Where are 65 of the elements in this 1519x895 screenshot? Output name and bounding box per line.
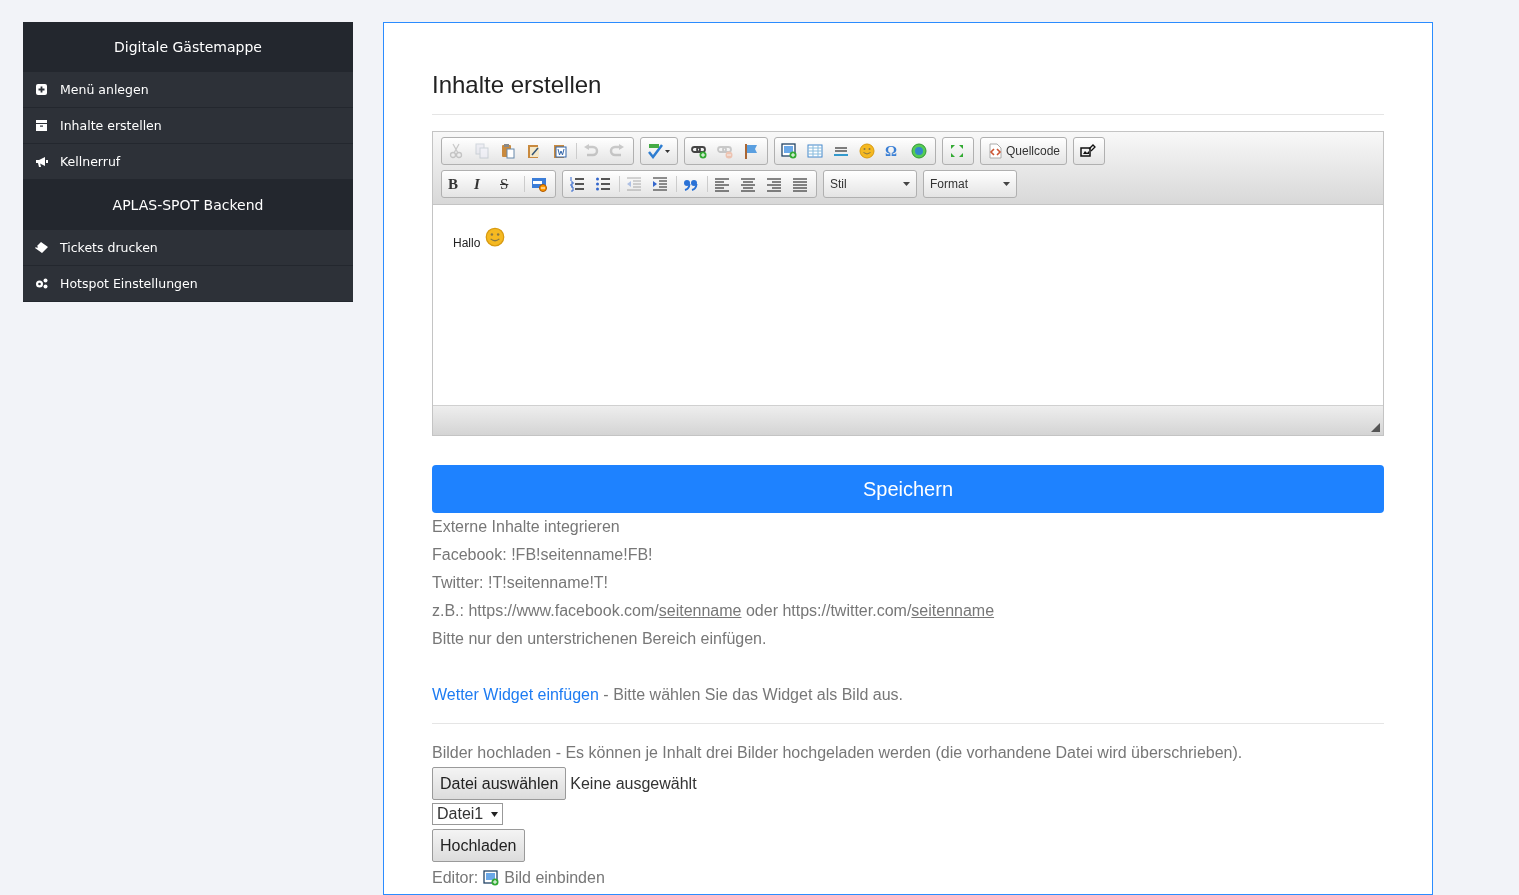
paste-word-icon [552, 143, 568, 159]
source-icon [987, 143, 1003, 159]
style-dropdown[interactable]: Format [922, 172, 1018, 196]
caret-icon [1003, 182, 1010, 186]
archive-box-icon [35, 120, 48, 131]
unlink-icon [717, 143, 733, 159]
widget-hint: Wetter Widget einfügen - Bitte wählen Sie das Widget als Bild aus. [432, 685, 904, 705]
instruction-text: Twitter: !T!seitenname!T! [432, 573, 609, 593]
sidebar-item[interactable]: Tickets drucken [60, 240, 158, 255]
table-icon [807, 143, 823, 159]
toolbar-button[interactable]: I [470, 173, 496, 195]
indent-icon [652, 176, 668, 192]
editor-text: Hallo [453, 236, 481, 250]
bulleted-list-icon [595, 176, 611, 192]
spellcheck-icon [647, 143, 671, 159]
toolbar-button[interactable]: B [444, 173, 470, 195]
link-icon [691, 143, 707, 159]
redo-icon [609, 143, 625, 159]
instruction-text: Bitte nur den unterstrichenen Bereich einfügen. [432, 629, 767, 649]
plus-square-icon [35, 84, 48, 95]
sidebar-item[interactable]: Kellnerruf [60, 154, 121, 169]
toolbar-button[interactable]: Ω [881, 140, 907, 162]
image-icon [781, 143, 797, 159]
instruction-text: z.B.: https://www.facebook.com/seitenname oder https://twitter.com/seitenname [432, 601, 995, 621]
outdent-icon [626, 176, 642, 192]
paste-text-icon [526, 143, 542, 159]
megaphone-icon [35, 156, 48, 167]
upload-button[interactable]: Hochladen [432, 829, 525, 862]
insert-image-link[interactable]: Bild einbinden [504, 864, 605, 892]
caret-icon [903, 182, 910, 186]
file-status: Keine ausgewählt [570, 774, 697, 793]
flag-icon [743, 143, 759, 159]
instruction-text: Facebook: !FB!seitenname!FB! [432, 545, 653, 565]
upload-hint: Bilder hochladen - Es können je Inhalt drei Bilder hochgeladen werden (die vorhandene Datei wird überschrieben). [432, 743, 1243, 763]
image-icon [483, 870, 500, 886]
justify-icon [792, 176, 808, 192]
resize-handle-icon[interactable] [1371, 423, 1380, 432]
editor-label: Editor: [432, 868, 479, 888]
weather-widget-link[interactable]: Wetter Widget einfügen [432, 686, 599, 703]
sidebar-item[interactable]: Menü anlegen [60, 82, 149, 97]
smiley-icon [485, 227, 506, 247]
remove-format-icon [531, 176, 547, 192]
source-button[interactable]: Quellcode [983, 140, 1065, 162]
sidebar-item[interactable]: Inhalte erstellen [60, 118, 162, 133]
save-button[interactable]: Speichern [432, 465, 1384, 513]
align-right-icon [766, 176, 782, 192]
file-select[interactable]: Datei1 [432, 803, 504, 825]
section-heading: Externe Inhalte integrieren [432, 517, 620, 537]
maximize-icon [949, 143, 965, 159]
sidebar-section-title: Digitale Gästemappe [23, 22, 353, 72]
undo-icon [583, 143, 599, 159]
align-left-icon [714, 176, 730, 192]
toolbar-button[interactable]: S [496, 173, 522, 195]
caret-icon [491, 811, 499, 817]
cut-icon [448, 143, 464, 159]
smiley-icon [859, 143, 875, 159]
style-dropdown[interactable]: Stil [822, 172, 918, 196]
numbered-list-icon [569, 176, 585, 192]
choose-file-button[interactable]: Datei auswählen [432, 767, 567, 800]
paste-icon [500, 143, 516, 159]
align-center-icon [740, 176, 756, 192]
sidebar-item[interactable]: Hotspot Einstellungen [60, 276, 198, 291]
sidebar-section-title: APLAS-SPOT Backend [23, 180, 353, 230]
page-title: Inhalte erstellen [432, 70, 602, 100]
copy-icon [474, 143, 490, 159]
